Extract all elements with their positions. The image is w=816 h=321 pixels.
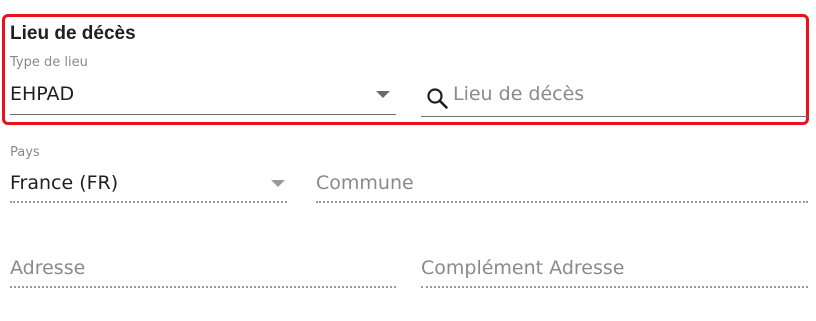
adresse-underline: [10, 286, 396, 288]
lieu-de-deces-underline: [421, 116, 808, 117]
commune-underline: [316, 201, 808, 203]
chevron-down-icon[interactable]: [271, 180, 285, 187]
pays-underline: [10, 201, 287, 203]
adresse-placeholder[interactable]: Adresse: [10, 257, 85, 279]
type-de-lieu-underline: [10, 114, 396, 115]
search-icon: [427, 88, 448, 109]
section-title: Lieu de décès: [10, 23, 136, 44]
complement-adresse-placeholder[interactable]: Complément Adresse: [421, 257, 624, 279]
chevron-down-icon[interactable]: [376, 91, 390, 98]
commune-placeholder[interactable]: Commune: [316, 172, 414, 194]
lieu-de-deces-placeholder[interactable]: Lieu de décès: [453, 83, 584, 105]
type-de-lieu-value[interactable]: EHPAD: [10, 83, 74, 105]
complement-adresse-underline: [421, 286, 808, 288]
pays-label: Pays: [10, 145, 40, 160]
type-de-lieu-label: Type de lieu: [10, 55, 88, 70]
pays-value[interactable]: France (FR): [10, 172, 118, 194]
